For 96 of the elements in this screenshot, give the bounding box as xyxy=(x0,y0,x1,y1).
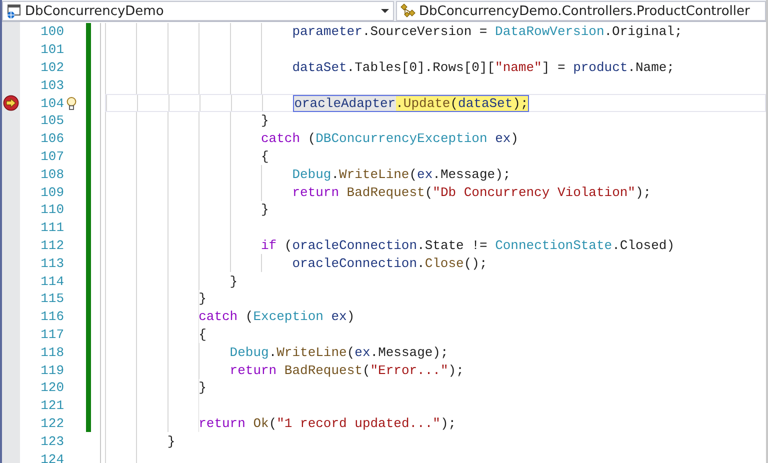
line-number: 102 xyxy=(40,60,65,75)
code-token: oracleConnection xyxy=(292,256,418,271)
code-token: catch xyxy=(261,131,300,146)
line-number: 119 xyxy=(40,362,65,378)
code-token: parameter xyxy=(292,24,362,40)
code-token: Close xyxy=(424,256,464,271)
code-token: BadRequest xyxy=(346,184,425,200)
code-token: ); xyxy=(440,416,456,431)
line-number: 110 xyxy=(40,202,65,218)
code-token: DBConcurrencyException xyxy=(316,131,488,146)
code-token: DataRowVersion xyxy=(495,24,604,40)
code-token: ( xyxy=(283,238,292,253)
code-token: ( xyxy=(424,184,433,200)
code-token: ] = xyxy=(542,60,566,75)
project-icon xyxy=(6,3,22,19)
code-token: . xyxy=(331,166,340,182)
class-dropdown[interactable]: DbConcurrencyDemo.Controllers.ProductController xyxy=(396,1,766,21)
code-token: .Closed) xyxy=(612,238,675,253)
code-token: } xyxy=(198,291,206,306)
line-number: 121 xyxy=(40,398,65,414)
line-number: 105 xyxy=(40,113,65,128)
code-token: { xyxy=(261,148,269,164)
line-number: 104 xyxy=(40,96,65,111)
code-token: .SourceVersion = xyxy=(362,24,488,40)
code-token: .Message); xyxy=(432,166,511,182)
line-number: 122 xyxy=(40,416,65,431)
code-token: ex xyxy=(494,131,511,146)
code-token: .Name; xyxy=(628,60,674,75)
code-token: oracleConnection xyxy=(292,238,418,253)
code-token: } xyxy=(230,274,238,289)
code-token: } xyxy=(167,434,176,449)
code-token: ( xyxy=(409,166,418,182)
code-token: ex xyxy=(417,166,433,182)
code-token: "Error..." xyxy=(370,362,448,378)
code-token: "1 record updated..." xyxy=(276,416,440,431)
code-token: Ok xyxy=(252,416,269,431)
line-number: 118 xyxy=(40,344,65,360)
line-number: 100 xyxy=(40,24,65,40)
line-number: 108 xyxy=(40,166,65,182)
code-token: WriteLine xyxy=(276,344,347,360)
line-number: 124 xyxy=(40,452,65,463)
code-token: .Message); xyxy=(370,344,448,360)
line-number: 123 xyxy=(40,434,65,449)
code-token: ( xyxy=(244,309,254,324)
line-number: 120 xyxy=(40,380,65,396)
line-number: 117 xyxy=(40,326,65,342)
caret-icon xyxy=(381,9,389,13)
code-token: .State != xyxy=(417,238,488,253)
line-number: 109 xyxy=(40,184,65,200)
line-number: 101 xyxy=(40,42,65,58)
line-number: 107 xyxy=(40,148,65,164)
code-token: } xyxy=(261,202,269,218)
code-token: . xyxy=(268,344,277,360)
code-token: } xyxy=(198,380,206,396)
code-token: Exception xyxy=(253,309,324,324)
code-token: ( xyxy=(362,362,370,378)
project-dropdown[interactable]: DbConcurrencyDemo xyxy=(2,1,394,21)
code-token: ex xyxy=(354,344,370,360)
line-number: 106 xyxy=(40,131,65,146)
code-token: ( xyxy=(306,131,316,146)
code-token: ConnectionState xyxy=(495,238,612,253)
code-token: ) xyxy=(510,131,518,146)
code-token: WriteLine xyxy=(339,166,410,182)
code-token: return xyxy=(292,184,339,200)
code-token: Debug xyxy=(292,166,332,182)
code-token: dataSet xyxy=(292,60,347,75)
code-token: ); xyxy=(448,362,464,378)
line-number: 111 xyxy=(40,220,65,236)
code-token: "name" xyxy=(495,60,542,75)
line-number: 114 xyxy=(40,274,65,289)
code-token: .Original; xyxy=(604,24,682,40)
line-number: 113 xyxy=(40,256,65,271)
code-token: ( xyxy=(346,344,355,360)
code-token: product xyxy=(573,60,628,75)
code-token: . xyxy=(417,256,425,271)
code-token: "Db Concurrency Violation" xyxy=(432,184,636,200)
code-token: ); xyxy=(635,184,652,200)
line-number: 115 xyxy=(40,291,65,306)
code-token: { xyxy=(198,326,206,342)
code-token: (); xyxy=(464,256,488,271)
code-token: if xyxy=(261,238,277,253)
code-token: catch xyxy=(198,309,238,324)
code-token: Debug xyxy=(230,344,269,360)
code-token: BadRequest xyxy=(283,362,362,378)
code-token: return xyxy=(230,362,277,378)
code-token: } xyxy=(261,113,269,128)
line-number: 116 xyxy=(40,309,65,324)
code-token: ( xyxy=(268,416,277,431)
code-token: .Tables[0].Rows[0][ xyxy=(346,60,496,75)
current-statement: oracleAdapter.Update(dataSet); xyxy=(293,94,530,112)
line-number: 112 xyxy=(40,238,65,253)
class-icon xyxy=(400,3,416,19)
line-number: 103 xyxy=(40,78,65,93)
code-token: ) xyxy=(346,309,355,324)
code-token: ex xyxy=(330,309,347,324)
code-token: return xyxy=(198,416,246,431)
